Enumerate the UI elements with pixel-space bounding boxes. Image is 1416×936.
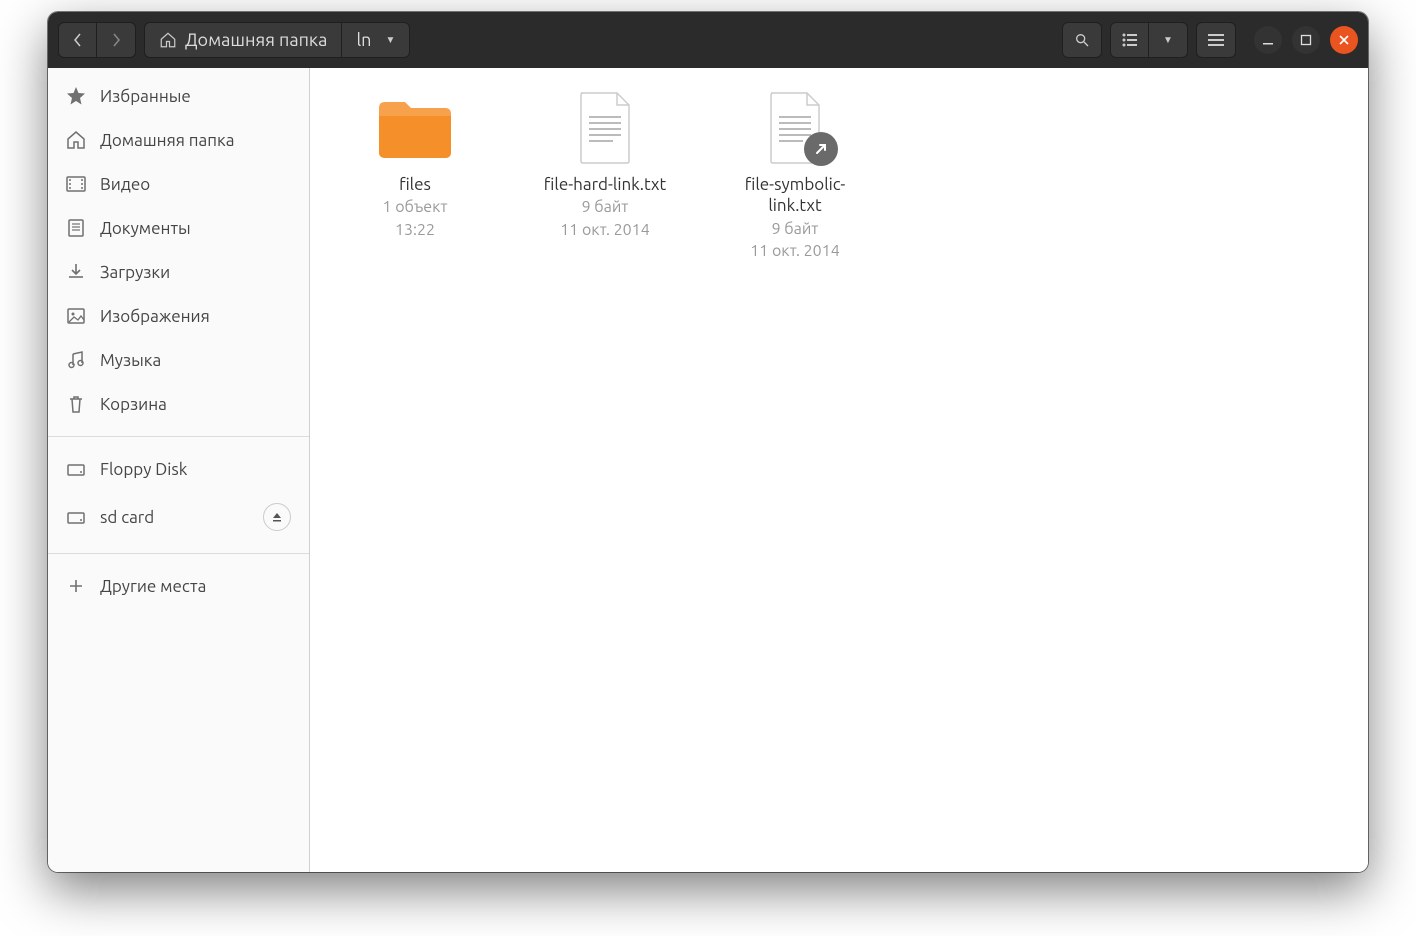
view-options-group: ▼ [1110,22,1188,58]
trash-icon [66,394,86,414]
menu-group [1196,22,1236,58]
forward-button[interactable] [97,23,135,57]
sidebar-item-sdcard[interactable]: sd card [48,491,309,543]
search-button[interactable] [1063,23,1101,57]
file-manager-window: Домашняя папка ln ▼ ▼ [48,12,1368,872]
list-view-button[interactable] [1111,23,1149,57]
sidebar-item-label: Видео [100,175,150,194]
file-meta: 1 объект [383,197,448,218]
star-icon [66,86,86,106]
path-current-label: ln [356,30,371,50]
path-segment-current[interactable]: ln ▼ [342,23,409,57]
download-icon [66,262,86,282]
plus-icon [66,576,86,596]
file-meta: 9 байт [582,197,629,218]
video-icon [66,174,86,194]
sidebar-item-other-places[interactable]: Другие места [48,564,309,608]
music-icon [66,350,86,370]
sidebar-item-label: Музыка [100,351,161,370]
path-home-label: Домашняя папка [185,30,327,50]
sidebar-item-label: Изображения [100,307,210,326]
path-segment-home[interactable]: Домашняя папка [145,23,342,57]
sidebar-item-home[interactable]: Домашняя папка [48,118,309,162]
file-item[interactable]: file-symbolic-link.txt9 байт11 окт. 2014 [720,88,870,262]
sidebar-item-documents[interactable]: Документы [48,206,309,250]
sidebar-item-label: Домашняя папка [100,131,235,150]
document-icon [66,218,86,238]
drive-icon [66,507,86,527]
sidebar-item-music[interactable]: Музыка [48,338,309,382]
view-dropdown-button[interactable]: ▼ [1149,23,1187,57]
sidebar-item-label: Загрузки [100,263,170,282]
headerbar: Домашняя папка ln ▼ ▼ [48,12,1368,68]
sidebar-item-starred[interactable]: Избранные [48,74,309,118]
file-meta: 13:22 [395,220,435,241]
sidebar-item-videos[interactable]: Видео [48,162,309,206]
file-name: file-symbolic-link.txt [720,174,870,217]
eject-button[interactable] [263,503,291,531]
sidebar-item-label: Floppy Disk [100,460,187,479]
sidebar-item-pictures[interactable]: Изображения [48,294,309,338]
file-name: files [399,174,431,195]
file-meta: 9 байт [772,219,819,240]
sidebar-item-floppy[interactable]: Floppy Disk [48,447,309,491]
sidebar-divider [48,553,309,554]
home-icon [66,130,86,150]
close-button[interactable] [1330,26,1358,54]
sidebar-item-label: Избранные [100,87,191,106]
sidebar-item-label: Документы [100,219,191,238]
hamburger-menu-button[interactable] [1197,23,1235,57]
search-group [1062,22,1102,58]
maximize-button[interactable] [1292,26,1320,54]
pathbar: Домашняя папка ln ▼ [144,22,410,58]
sidebar: Избранные Домашняя папка Видео Документы Заг… [48,68,310,872]
file-name: file-hard-link.txt [544,174,666,195]
file-meta: 11 окт. 2014 [560,220,650,241]
chevron-down-icon: ▼ [1163,34,1173,46]
minimize-button[interactable] [1254,26,1282,54]
sidebar-divider [48,436,309,437]
window-controls [1254,26,1358,54]
folder-icon [370,88,460,168]
file-item[interactable]: files1 объект13:22 [340,88,490,262]
picture-icon [66,306,86,326]
sidebar-item-label: Другие места [100,577,206,596]
file-meta: 11 окт. 2014 [750,241,840,262]
sidebar-item-downloads[interactable]: Загрузки [48,250,309,294]
file-item[interactable]: file-hard-link.txt9 байт11 окт. 2014 [530,88,680,262]
chevron-down-icon: ▼ [385,34,395,46]
text-file-icon [750,88,840,168]
file-content-area[interactable]: files1 объект13:22file-hard-link.txt9 ба… [310,68,1368,872]
sidebar-item-label: sd card [100,508,154,527]
drive-icon [66,459,86,479]
text-file-icon [560,88,650,168]
sidebar-item-trash[interactable]: Корзина [48,382,309,426]
symlink-badge-icon [804,132,838,166]
window-body: Избранные Домашняя папка Видео Документы Заг… [48,68,1368,872]
sidebar-item-label: Корзина [100,395,167,414]
nav-buttons [58,22,136,58]
back-button[interactable] [59,23,97,57]
home-icon [159,31,177,49]
